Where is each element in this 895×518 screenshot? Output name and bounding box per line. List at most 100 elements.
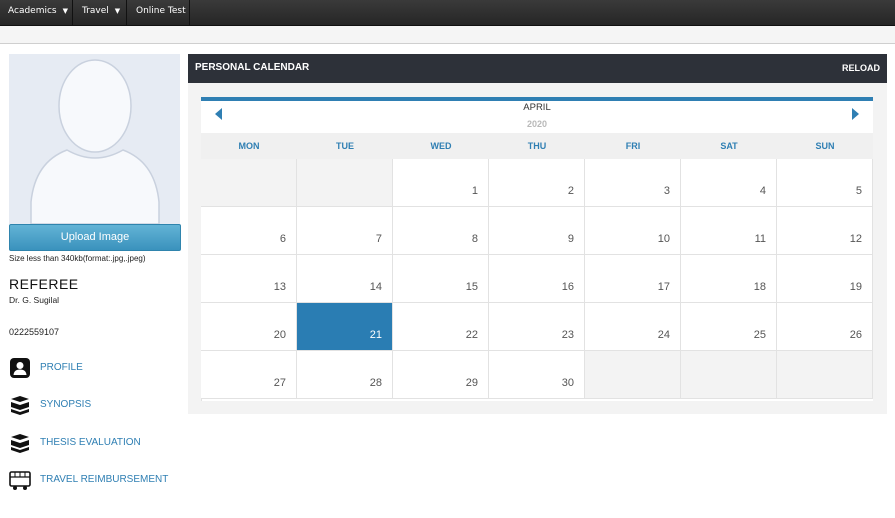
weekday-header: THU — [527, 141, 547, 151]
weekday-header: SUN — [815, 141, 835, 151]
calendar-day-number: 30 — [561, 377, 574, 389]
nav-academics-label: Academics — [8, 6, 57, 16]
calendar-day[interactable]: 11 — [681, 207, 777, 255]
calendar-day[interactable]: 5 — [777, 159, 873, 207]
calendar-day[interactable]: 13 — [201, 255, 297, 303]
weekday-header: FRI — [625, 141, 641, 151]
calendar-day-number: 21 — [369, 329, 382, 341]
calendar-day[interactable]: 20 — [201, 303, 297, 351]
calendar-day-number: 14 — [369, 281, 382, 293]
calendar-day[interactable]: 3 — [585, 159, 681, 207]
calendar-day-empty — [777, 351, 873, 399]
calendar-day[interactable]: 19 — [777, 255, 873, 303]
calendar-day-number: 19 — [849, 281, 862, 293]
nav-travel[interactable]: Travel ▼ — [74, 0, 127, 26]
calendar-day-number: 9 — [567, 233, 574, 245]
calendar-day[interactable]: 25 — [681, 303, 777, 351]
nav-travel-label: Travel — [82, 6, 109, 16]
calendar-day[interactable]: 7 — [297, 207, 393, 255]
calendar-day-number: 24 — [657, 329, 670, 341]
calendar-day[interactable]: 29 — [393, 351, 489, 399]
calendar-day-number: 16 — [561, 281, 574, 293]
calendar-day[interactable]: 2 — [489, 159, 585, 207]
calendar-day-number: 2 — [567, 185, 574, 197]
calendar-day[interactable]: 10 — [585, 207, 681, 255]
calendar-day-empty — [681, 351, 777, 399]
calendar-day-number: 22 — [465, 329, 478, 341]
menu-item-label: TRAVEL REIMBURSEMENT — [40, 474, 169, 485]
calendar-day-today[interactable]: 21 — [297, 303, 393, 351]
calendar-day-empty — [201, 159, 297, 207]
calendar-day-number: 12 — [849, 233, 862, 245]
calendar-day[interactable]: 26 — [777, 303, 873, 351]
calendar-day[interactable]: 14 — [297, 255, 393, 303]
calendar-day-number: 27 — [273, 377, 286, 389]
calendar-day[interactable]: 17 — [585, 255, 681, 303]
calendar-day[interactable]: 30 — [489, 351, 585, 399]
calendar-day[interactable]: 4 — [681, 159, 777, 207]
calendar-day-number: 15 — [465, 281, 478, 293]
top-navbar: Academics ▼ Travel ▼ Online Test — [0, 0, 895, 26]
calendar-accent-line — [201, 97, 873, 101]
calendar-day[interactable]: 6 — [201, 207, 297, 255]
weekday-header: SAT — [720, 141, 738, 151]
avatar — [9, 54, 180, 224]
avatar-placeholder-icon — [9, 54, 180, 224]
thesis-icon — [11, 434, 29, 453]
weekday-header: MON — [238, 141, 260, 151]
calendar-panel-header: PERSONAL CALENDAR RELOAD — [188, 54, 887, 83]
nav-online-test-label: Online Test — [136, 6, 186, 16]
menu-item-thesis-evaluation[interactable]: THESIS EVALUATION — [9, 432, 159, 454]
menu-item-profile[interactable]: PROFILE — [9, 357, 109, 379]
menu-item-label: THESIS EVALUATION — [40, 437, 141, 448]
calendar-day[interactable]: 28 — [297, 351, 393, 399]
calendar-day-number: 8 — [471, 233, 478, 245]
calendar-day[interactable]: 12 — [777, 207, 873, 255]
calendar-day[interactable]: 18 — [681, 255, 777, 303]
calendar-day-number: 10 — [657, 233, 670, 245]
calendar-day[interactable]: 15 — [393, 255, 489, 303]
calendar: APRIL 2020 MON TUE WED THU FRI SAT SUN 1234567… — [201, 97, 873, 401]
calendar-day[interactable]: 27 — [201, 351, 297, 399]
calendar-day-number: 28 — [369, 377, 382, 389]
nav-online-test[interactable]: Online Test — [128, 0, 190, 26]
reload-button[interactable]: RELOAD — [842, 63, 880, 73]
calendar-day-number: 13 — [273, 281, 286, 293]
calendar-day[interactable]: 1 — [393, 159, 489, 207]
user-phone: 0222559107 — [9, 327, 60, 337]
calendar-day-number: 18 — [753, 281, 766, 293]
calendar-day[interactable]: 8 — [393, 207, 489, 255]
synopsis-icon — [11, 396, 29, 415]
panel-title: PERSONAL CALENDAR — [195, 62, 310, 73]
weekday-header: TUE — [336, 141, 354, 151]
calendar-day-number: 5 — [855, 185, 862, 197]
calendar-year: 2020 — [526, 119, 548, 129]
weekday-header: WED — [430, 141, 452, 151]
menu-item-label: PROFILE — [40, 362, 83, 373]
header-separator — [0, 26, 895, 44]
calendar-day-number: 4 — [759, 185, 766, 197]
calendar-day[interactable]: 23 — [489, 303, 585, 351]
calendar-day[interactable]: 9 — [489, 207, 585, 255]
chevron-down-icon: ▼ — [114, 7, 121, 15]
calendar-day[interactable]: 22 — [393, 303, 489, 351]
upload-size-note: Size less than 340kb(format:.jpg,.jpeg) — [9, 254, 146, 263]
calendar-day-empty — [585, 351, 681, 399]
next-month-arrow-icon[interactable] — [852, 108, 859, 120]
calendar-day-number: 20 — [273, 329, 286, 341]
calendar-day-number: 26 — [849, 329, 862, 341]
menu-item-travel-reimbursement[interactable]: TRAVEL REIMBURSEMENT — [9, 469, 179, 491]
calendar-day[interactable]: 16 — [489, 255, 585, 303]
user-name: Dr. G. Sugilal — [9, 295, 60, 305]
calendar-day-empty — [297, 159, 393, 207]
calendar-day-number: 17 — [657, 281, 670, 293]
calendar-month: APRIL — [523, 102, 551, 113]
menu-item-synopsis[interactable]: SYNOPSIS — [9, 394, 109, 416]
calendar-day[interactable]: 24 — [585, 303, 681, 351]
nav-academics[interactable]: Academics ▼ — [0, 0, 73, 26]
calendar-day-number: 3 — [663, 185, 670, 197]
menu-item-label: SYNOPSIS — [40, 399, 92, 410]
upload-image-button[interactable]: Upload Image — [9, 224, 181, 251]
calendar-grid: 1 2 3 4 5 6 7 8 9 10 11 12 13 14 15 16 17 18 19 20 21 22 23 24 2… — [201, 159, 873, 401]
calendar-day-number: 29 — [465, 377, 478, 389]
